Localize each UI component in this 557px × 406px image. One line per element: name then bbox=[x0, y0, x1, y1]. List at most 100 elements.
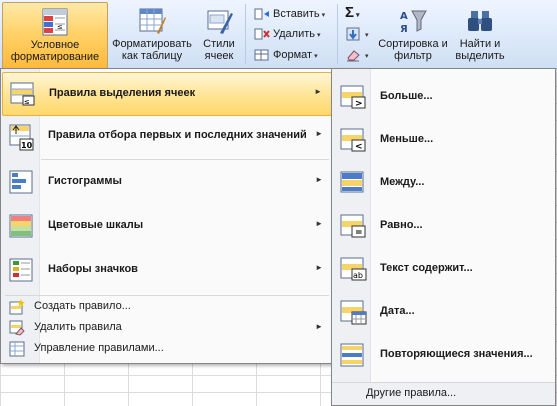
svg-text:Я: Я bbox=[400, 24, 408, 35]
ribbon-separator bbox=[337, 4, 338, 64]
submenu-item-label: Меньше... bbox=[380, 133, 434, 145]
submenu-item-less-than[interactable]: < Меньше... bbox=[333, 119, 554, 162]
menu-item-label: Правила отбора первых и последних значен… bbox=[48, 129, 307, 141]
submenu-item-duplicate-values[interactable]: Повторяющиеся значения... bbox=[333, 334, 554, 377]
autosum-icon: Σ bbox=[345, 4, 355, 21]
duplicate-values-icon bbox=[340, 343, 364, 367]
submenu-item-label: Дата... bbox=[380, 305, 415, 317]
ribbon-separator bbox=[245, 4, 246, 64]
svg-text:≤: ≤ bbox=[57, 23, 63, 31]
find-select-button[interactable]: Найти и выделить bbox=[450, 2, 510, 66]
text-contains-icon: ab bbox=[340, 257, 367, 281]
manage-rules-icon bbox=[9, 341, 25, 357]
format-dropdown-arrow: ▾ bbox=[314, 53, 318, 60]
svg-text:А: А bbox=[400, 11, 408, 22]
clear-dropdown-arrow: ▾ bbox=[365, 53, 369, 60]
autosum-dropdown-arrow: ▾ bbox=[356, 12, 360, 19]
eraser-icon bbox=[347, 50, 360, 62]
less-than-icon: < bbox=[340, 128, 366, 152]
submenu-item-greater-than[interactable]: > Больше... bbox=[333, 76, 554, 119]
submenu-arrow-icon: ► bbox=[315, 129, 323, 138]
menu-item-color-scales[interactable]: Цветовые шкалы ► bbox=[2, 205, 332, 247]
submenu-item-equal-to[interactable]: = Равно... bbox=[333, 205, 554, 248]
menu-item-manage-rules[interactable]: Управление правилами... bbox=[2, 339, 332, 360]
new-rule-icon bbox=[9, 299, 25, 315]
menu-item-icon-sets[interactable]: Наборы значков ► bbox=[2, 249, 332, 291]
conditional-formatting-button[interactable]: ≤ Условное форматирование bbox=[2, 2, 108, 69]
insert-dropdown-arrow: ▾ bbox=[321, 12, 326, 19]
menu-item-label: Наборы значков bbox=[48, 263, 138, 275]
conditional-formatting-icon: ≤ bbox=[42, 8, 68, 36]
highlight-cells-rules-submenu: > Больше... < Меньше... Между... = Равно… bbox=[331, 68, 556, 406]
menu-item-top-bottom-rules[interactable]: 10 Правила отбора первых и последних зна… bbox=[2, 115, 332, 157]
submenu-item-more-rules[interactable]: Другие правила... bbox=[332, 382, 555, 405]
equal-to-icon: = bbox=[340, 214, 366, 238]
menu-item-label: Правила выделения ячеек bbox=[49, 87, 196, 99]
submenu-arrow-icon: ► bbox=[315, 322, 323, 331]
delete-button[interactable]: Удалить ▾ bbox=[254, 26, 321, 42]
more-rules-label: Другие правила... bbox=[366, 387, 457, 399]
menu-item-highlight-cells-rules[interactable]: ≤ Правила выделения ячеек ► bbox=[2, 72, 332, 116]
fill-down-icon bbox=[346, 27, 360, 41]
autosum-button[interactable]: Σ ▾ bbox=[345, 5, 360, 21]
conditional-formatting-menu: ≤ Правила выделения ячеек ► 10 Правила о… bbox=[0, 68, 334, 364]
svg-text:<: < bbox=[355, 142, 363, 152]
color-scales-icon bbox=[9, 214, 33, 238]
svg-text:≤: ≤ bbox=[24, 98, 30, 106]
find-select-label: Найти и выделить bbox=[455, 38, 505, 62]
icon-sets-icon bbox=[9, 258, 33, 282]
menu-item-label: Управление правилами... bbox=[34, 342, 164, 354]
conditional-formatting-label: Условное форматирование bbox=[10, 39, 100, 63]
delete-cells-icon bbox=[254, 28, 270, 40]
fill-button[interactable]: ▾ bbox=[346, 26, 369, 42]
date-occurring-icon bbox=[340, 300, 367, 325]
submenu-arrow-icon: ► bbox=[315, 263, 323, 272]
format-label: Формат bbox=[273, 49, 313, 61]
menu-item-clear-rules[interactable]: Удалить правила ► bbox=[2, 318, 332, 339]
clear-button[interactable]: ▾ bbox=[346, 47, 369, 63]
cell-styles-icon bbox=[207, 10, 233, 34]
submenu-item-label: Равно... bbox=[380, 219, 423, 231]
sort-filter-button[interactable]: А Я Сортировка и фильтр bbox=[377, 2, 449, 66]
binoculars-icon bbox=[468, 11, 492, 31]
insert-cells-icon bbox=[254, 8, 269, 20]
submenu-item-label: Больше... bbox=[380, 90, 433, 102]
cell-styles-button[interactable]: Стили ячеек bbox=[197, 2, 241, 66]
format-cells-icon bbox=[254, 49, 269, 61]
format-as-table-icon bbox=[139, 8, 166, 34]
format-as-table-label: Форматировать как таблицу bbox=[112, 38, 192, 62]
sort-filter-label: Сортировка и фильтр bbox=[378, 38, 448, 62]
data-bars-icon bbox=[9, 170, 33, 194]
menu-item-data-bars[interactable]: Гистограммы ► bbox=[2, 161, 332, 203]
submenu-arrow-icon: ► bbox=[315, 175, 323, 184]
menu-item-label: Удалить правила bbox=[34, 321, 122, 333]
sort-filter-icon: А Я bbox=[400, 10, 427, 35]
greater-than-icon: > bbox=[340, 85, 366, 109]
highlight-cells-rules-icon: ≤ bbox=[10, 82, 35, 106]
fill-dropdown-arrow: ▾ bbox=[365, 32, 369, 39]
submenu-arrow-icon: ► bbox=[315, 219, 323, 228]
format-as-table-button[interactable]: Форматировать как таблицу bbox=[108, 2, 196, 66]
cell-styles-label: Стили ячеек bbox=[203, 38, 235, 62]
delete-label: Удалить bbox=[273, 28, 315, 40]
submenu-arrow-icon: ► bbox=[314, 87, 322, 96]
delete-dropdown-arrow: ▾ bbox=[317, 32, 321, 39]
insert-label: Вставить bbox=[273, 8, 320, 20]
submenu-item-label: Между... bbox=[380, 176, 425, 188]
menu-separator bbox=[41, 159, 329, 160]
between-icon bbox=[340, 171, 364, 193]
ribbon: ≤ Условное форматирование Форматировать … bbox=[0, 0, 557, 69]
insert-button[interactable]: Вставить ▾ bbox=[254, 6, 325, 22]
menu-item-label: Цветовые шкалы bbox=[48, 219, 144, 231]
menu-item-new-rule[interactable]: Создать правило... bbox=[2, 297, 332, 318]
submenu-item-date-occurring[interactable]: Дата... bbox=[333, 291, 554, 334]
menu-item-label: Гистограммы bbox=[48, 175, 122, 187]
format-button[interactable]: Формат ▾ bbox=[254, 47, 318, 63]
submenu-item-label: Повторяющиеся значения... bbox=[380, 348, 533, 360]
svg-text:=: = bbox=[355, 228, 363, 238]
menu-item-label: Создать правило... bbox=[34, 300, 131, 312]
menu-separator bbox=[5, 295, 329, 296]
submenu-item-between[interactable]: Между... bbox=[333, 162, 554, 205]
submenu-item-text-contains[interactable]: ab Текст содержит... bbox=[333, 248, 554, 291]
svg-text:10: 10 bbox=[21, 141, 33, 150]
